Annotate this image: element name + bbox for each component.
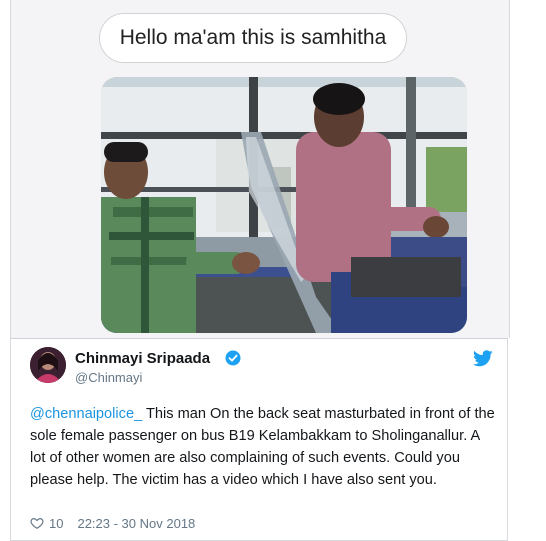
tweet-text: @chennaipolice_ This man On the back sea…	[30, 403, 496, 491]
avatar[interactable]	[30, 347, 66, 383]
heart-icon[interactable]	[30, 516, 44, 530]
tweet-timestamp[interactable]: 22:23 - 30 Nov 2018	[77, 516, 195, 531]
mention-link[interactable]: @chennaipolice_	[30, 406, 142, 422]
message-text: Hello ma'am this is samhitha	[119, 26, 387, 49]
like-count[interactable]: 10	[49, 516, 63, 531]
bus-photo-image	[101, 77, 467, 333]
tweet-footer: 10 22:23 - 30 Nov 2018	[30, 514, 195, 532]
message-bubble: Hello ma'am this is samhitha	[99, 13, 407, 63]
author-name[interactable]: Chinmayi Sripaada	[75, 350, 210, 367]
bus-photo[interactable]	[101, 77, 467, 333]
author-handle[interactable]: @Chinmayi	[75, 370, 142, 385]
twitter-bird-icon[interactable]	[473, 350, 493, 367]
verified-badge-icon	[225, 350, 241, 366]
avatar-image	[30, 347, 66, 383]
tweet-card: Chinmayi Sripaada @Chinmayi @chennaipoli…	[10, 338, 508, 541]
message-thread: Hello ma'am this is samhitha	[10, 0, 510, 338]
